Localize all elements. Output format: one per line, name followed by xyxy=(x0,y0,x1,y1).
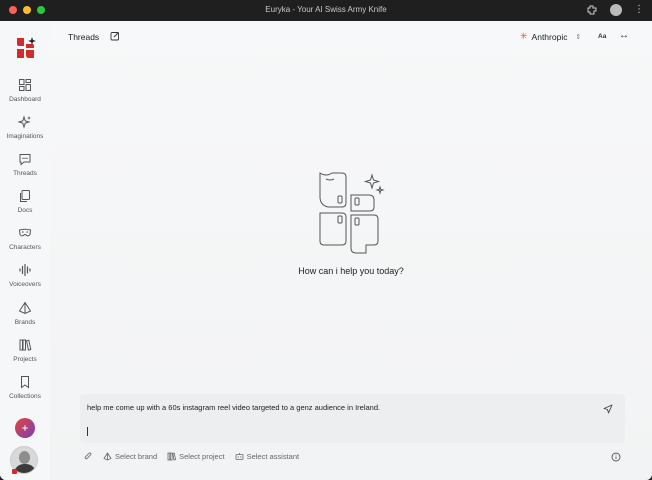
provider-selector[interactable]: ✳ Anthropic ⇕ xyxy=(520,31,581,42)
send-icon[interactable] xyxy=(603,404,613,414)
assistant-icon xyxy=(235,453,243,460)
sidebar-item-label: Voiceovers xyxy=(9,281,41,288)
select-assistant-label: Select assistant xyxy=(246,452,300,461)
sidebar-item-label: Collections xyxy=(9,393,41,400)
font-size-toggle[interactable]: Aa xyxy=(598,33,606,40)
sidebar-item-threads[interactable]: Threads xyxy=(0,152,50,177)
sidebar-item-label: Characters xyxy=(9,244,41,251)
sidebar-item-label: Projects xyxy=(13,356,37,363)
docs-icon xyxy=(20,190,30,202)
select-assistant-button[interactable]: Select assistant xyxy=(235,452,300,461)
sidebar-item-voiceovers[interactable]: Voiceovers xyxy=(0,263,50,288)
attach-paperclip-icon[interactable] xyxy=(84,452,93,461)
dashboard-icon xyxy=(19,79,31,91)
window-titlebar: Euryka - Your AI Swiss Army Knife ⋮ xyxy=(0,0,652,21)
more-menu-icon[interactable]: ⋮ xyxy=(634,4,644,16)
sidebar-item-label: Docs xyxy=(17,207,33,214)
chat-icon xyxy=(19,154,31,166)
anthropic-icon: ✳ xyxy=(520,31,528,41)
sidebar-item-imaginations[interactable]: Imaginations xyxy=(0,115,50,140)
sidebar-item-dashboard[interactable]: Dashboard xyxy=(0,78,50,103)
sidebar-item-docs[interactable]: Docs xyxy=(0,189,50,214)
prompt-input[interactable]: help me come up with a 60s instagram ree… xyxy=(87,403,380,412)
sidebar-item-characters[interactable]: Characters xyxy=(0,226,50,251)
waveform-icon xyxy=(19,263,31,277)
user-status-badge xyxy=(12,469,17,474)
sidebar-item-label: Brands xyxy=(14,319,36,326)
sidebar-item-brands[interactable]: Brands xyxy=(0,301,50,326)
sparkles-icon xyxy=(18,115,31,129)
new-thread-edit-icon[interactable] xyxy=(110,31,120,41)
pyramid-icon xyxy=(103,452,112,461)
app-window: Dashboard Imaginations Threads Docs Char… xyxy=(0,21,652,480)
bookmark-icon xyxy=(21,376,29,389)
select-project-button[interactable]: Select project xyxy=(167,452,225,461)
provider-label: Anthropic xyxy=(531,31,568,42)
window-title: Euryka - Your AI Swiss Army Knife xyxy=(265,5,387,14)
text-caret xyxy=(87,427,88,436)
prompt-composer[interactable]: help me come up with a 60s instagram ree… xyxy=(80,394,625,443)
chevron-updown-icon: ⇕ xyxy=(575,33,582,41)
sidebar-item-label: Threads xyxy=(13,170,37,177)
expand-width-icon[interactable]: ↔ xyxy=(619,30,629,41)
select-project-label: Select project xyxy=(179,452,225,461)
pyramid-icon xyxy=(18,301,32,315)
euryka-logo-icon[interactable] xyxy=(15,36,37,60)
sidebar-item-label: Dashboard xyxy=(9,96,41,103)
extensions-icon[interactable] xyxy=(586,4,598,16)
new-item-button[interactable]: + xyxy=(15,418,35,438)
sidebar-item-collections[interactable]: Collections xyxy=(0,375,50,400)
page-title: Threads xyxy=(68,32,100,42)
euryka-outline-logo-icon xyxy=(319,172,385,254)
sidebar-item-projects[interactable]: Projects xyxy=(0,338,50,363)
select-brand-label: Select brand xyxy=(115,452,158,461)
sidebar-item-label: Imaginations xyxy=(6,133,44,140)
books-icon xyxy=(19,339,32,351)
main-content: Threads ✳ Anthropic ⇕ Aa ↔ How can i hel… xyxy=(50,21,652,480)
select-brand-button[interactable]: Select brand xyxy=(103,452,157,461)
welcome-message: How can i help you today? xyxy=(298,266,404,276)
profile-icon[interactable] xyxy=(610,4,622,16)
sidebar: Dashboard Imaginations Threads Docs Char… xyxy=(0,21,50,480)
mask-icon xyxy=(18,228,32,237)
books-icon xyxy=(167,452,177,461)
top-bar: Threads ✳ Anthropic ⇕ Aa ↔ xyxy=(50,21,652,53)
composer-toolbar: Select brand Select project Select assis… xyxy=(84,452,299,461)
help-info-icon[interactable] xyxy=(611,452,621,462)
